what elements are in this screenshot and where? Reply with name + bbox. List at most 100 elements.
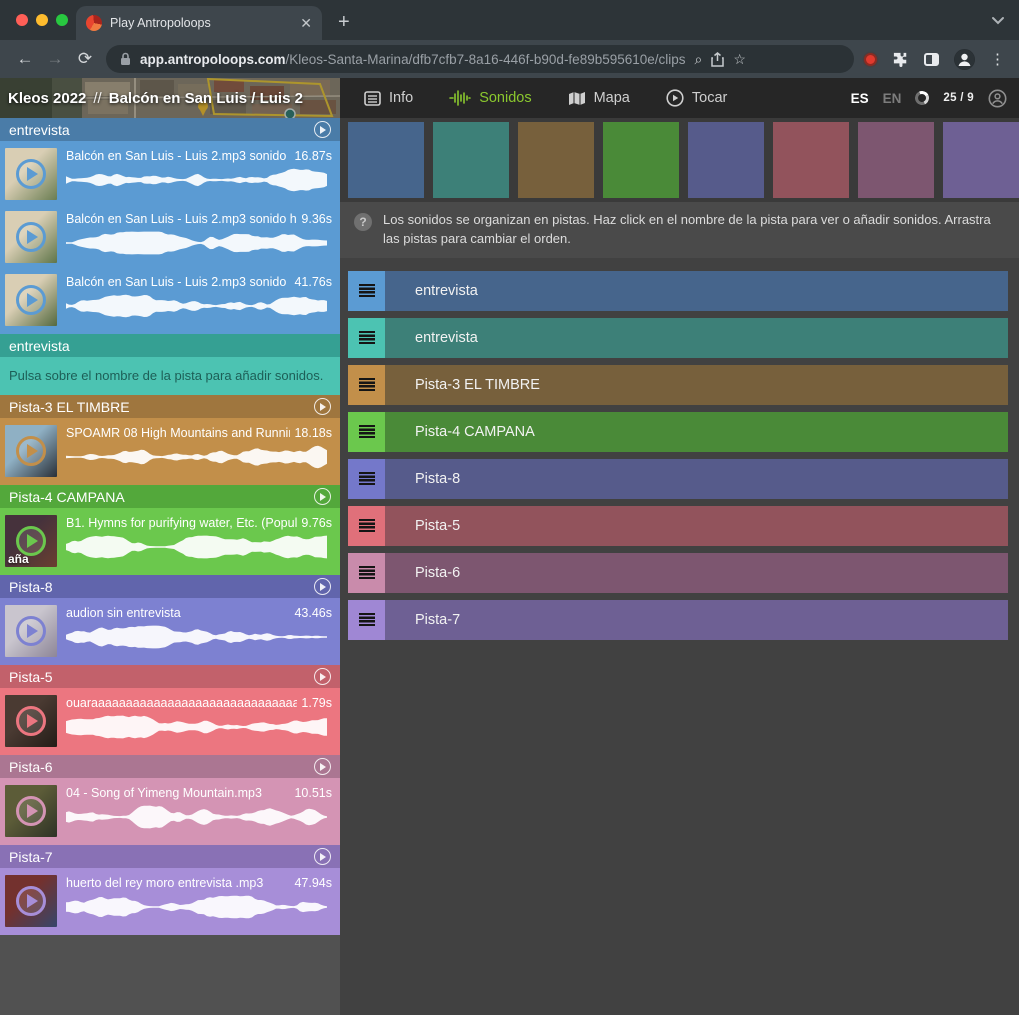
track-row-label[interactable]: entrevista <box>415 283 478 299</box>
clip-thumbnail[interactable] <box>5 875 57 927</box>
clip-thumbnail[interactable] <box>5 605 57 657</box>
track-play-button[interactable] <box>314 121 331 138</box>
clip-play-icon[interactable] <box>16 706 46 736</box>
track-header[interactable]: Pista-4 CAMPANA <box>0 485 340 508</box>
clip-item[interactable]: Balcón en San Luis - Luis 2.mp3 sonido h… <box>0 270 340 330</box>
profile-avatar[interactable] <box>954 49 975 70</box>
clip-play-icon[interactable] <box>16 436 46 466</box>
browser-tab[interactable]: Play Antropoloops ✕ <box>76 6 322 40</box>
account-icon[interactable] <box>988 89 1007 108</box>
tab-mapa[interactable]: Mapa <box>568 90 630 106</box>
track-row-label[interactable]: Pista-3 EL TIMBRE <box>415 377 540 393</box>
new-tab-button[interactable]: + <box>338 11 350 34</box>
track-name[interactable]: Pista-4 CAMPANA <box>9 489 314 505</box>
browser-menu-kebab-icon[interactable]: ⋮ <box>990 50 1005 68</box>
palette-swatch[interactable] <box>518 122 594 198</box>
track-play-button[interactable] <box>314 668 331 685</box>
palette-swatch[interactable] <box>688 122 764 198</box>
track-row[interactable]: Pista-3 EL TIMBRE <box>348 365 1008 405</box>
track-header[interactable]: entrevista <box>0 118 340 141</box>
clip-waveform[interactable] <box>66 625 332 649</box>
minimize-window-button[interactable] <box>36 14 48 26</box>
drag-handle[interactable] <box>348 365 385 405</box>
palette-swatch[interactable] <box>773 122 849 198</box>
clip-item[interactable]: audion sin entrevista43.46s <box>0 601 340 661</box>
clip-thumbnail[interactable] <box>5 211 57 263</box>
clip-play-icon[interactable] <box>16 886 46 916</box>
track-header[interactable]: Pista-7 <box>0 845 340 868</box>
clip-play-icon[interactable] <box>16 616 46 646</box>
clip-play-icon[interactable] <box>16 159 46 189</box>
tab-info[interactable]: Info <box>364 90 413 106</box>
clip-waveform[interactable] <box>66 895 332 919</box>
clip-waveform[interactable] <box>66 715 332 739</box>
palette-swatch[interactable] <box>603 122 679 198</box>
address-bar[interactable]: app.antropoloops.com/Kleos-Santa-Marina/… <box>106 45 854 73</box>
drag-handle[interactable] <box>348 553 385 593</box>
clip-waveform[interactable] <box>66 168 332 192</box>
track-row-body[interactable]: Pista-3 EL TIMBRE <box>385 365 1008 405</box>
clip-waveform[interactable] <box>66 445 332 469</box>
track-row-label[interactable]: Pista-7 <box>415 612 460 628</box>
track-row[interactable]: Pista-6 <box>348 553 1008 593</box>
clip-thumbnail[interactable] <box>5 785 57 837</box>
track-row-body[interactable]: Pista-6 <box>385 553 1008 593</box>
track-name[interactable]: Pista-6 <box>9 759 314 775</box>
record-extension-icon[interactable] <box>864 53 877 66</box>
clip-play-icon[interactable] <box>16 285 46 315</box>
palette-swatch[interactable] <box>348 122 424 198</box>
palette-swatch[interactable] <box>943 122 1019 198</box>
track-row-body[interactable]: Pista-8 <box>385 459 1008 499</box>
lang-en-button[interactable]: EN <box>883 91 902 106</box>
window-controls[interactable] <box>16 14 68 26</box>
clip-item[interactable]: SPOAMR 08 High Mountains and Running ...… <box>0 421 340 481</box>
drag-handle[interactable] <box>348 412 385 452</box>
track-row-body[interactable]: Pista-7 <box>385 600 1008 640</box>
share-icon[interactable] <box>711 52 724 67</box>
track-header[interactable]: Pista-3 EL TIMBRE <box>0 395 340 418</box>
palette-swatch[interactable] <box>858 122 934 198</box>
clip-play-icon[interactable] <box>16 222 46 252</box>
track-name[interactable]: Pista-8 <box>9 579 314 595</box>
track-row[interactable]: Pista-4 CAMPANA <box>348 412 1008 452</box>
project-cover-image[interactable]: Kleos 2022 // Balcón en San Luis / Luis … <box>0 78 340 118</box>
drag-handle[interactable] <box>348 506 385 546</box>
palette-swatch[interactable] <box>433 122 509 198</box>
clip-thumbnail[interactable] <box>5 425 57 477</box>
extensions-puzzle-icon[interactable] <box>892 51 909 68</box>
track-header[interactable]: Pista-5 <box>0 665 340 688</box>
clip-item[interactable]: 04 - Song of Yimeng Mountain.mp310.51s <box>0 781 340 841</box>
track-play-button[interactable] <box>314 578 331 595</box>
track-row[interactable]: entrevista <box>348 318 1008 358</box>
clip-item[interactable]: añaB1. Hymns for purifying water, Etc. (… <box>0 511 340 571</box>
clip-play-icon[interactable] <box>16 796 46 826</box>
track-row-label[interactable]: Pista-8 <box>415 471 460 487</box>
track-play-button[interactable] <box>314 848 331 865</box>
drag-handle[interactable] <box>348 600 385 640</box>
reload-button[interactable]: ⟳ <box>70 49 100 69</box>
back-button[interactable]: ← <box>10 49 40 69</box>
lang-es-button[interactable]: ES <box>851 91 869 106</box>
bookmark-star-icon[interactable]: ☆ <box>733 51 746 68</box>
fullscreen-window-button[interactable] <box>56 14 68 26</box>
clip-item[interactable]: Balcón en San Luis - Luis 2.mp3 sonido h… <box>0 207 340 267</box>
track-row-label[interactable]: Pista-6 <box>415 565 460 581</box>
close-window-button[interactable] <box>16 14 28 26</box>
track-name[interactable]: Pista-7 <box>9 849 314 865</box>
clip-waveform[interactable] <box>66 805 332 829</box>
tab-tocar[interactable]: Tocar <box>666 89 727 107</box>
track-row-body[interactable]: Pista-4 CAMPANA <box>385 412 1008 452</box>
track-row[interactable]: entrevista <box>348 271 1008 311</box>
clip-waveform[interactable] <box>66 231 332 255</box>
drag-handle[interactable] <box>348 459 385 499</box>
tab-search-chevron-icon[interactable] <box>991 16 1005 25</box>
clip-item[interactable]: huerto del rey moro entrevista .mp347.94… <box>0 871 340 931</box>
tab-sonidos[interactable]: Sonidos <box>449 90 531 106</box>
track-row-body[interactable]: entrevista <box>385 318 1008 358</box>
track-name[interactable]: entrevista <box>9 122 314 138</box>
clip-thumbnail[interactable] <box>5 148 57 200</box>
clip-thumbnail[interactable] <box>5 274 57 326</box>
clip-thumbnail[interactable] <box>5 695 57 747</box>
track-row[interactable]: Pista-5 <box>348 506 1008 546</box>
track-name[interactable]: Pista-3 EL TIMBRE <box>9 399 314 415</box>
